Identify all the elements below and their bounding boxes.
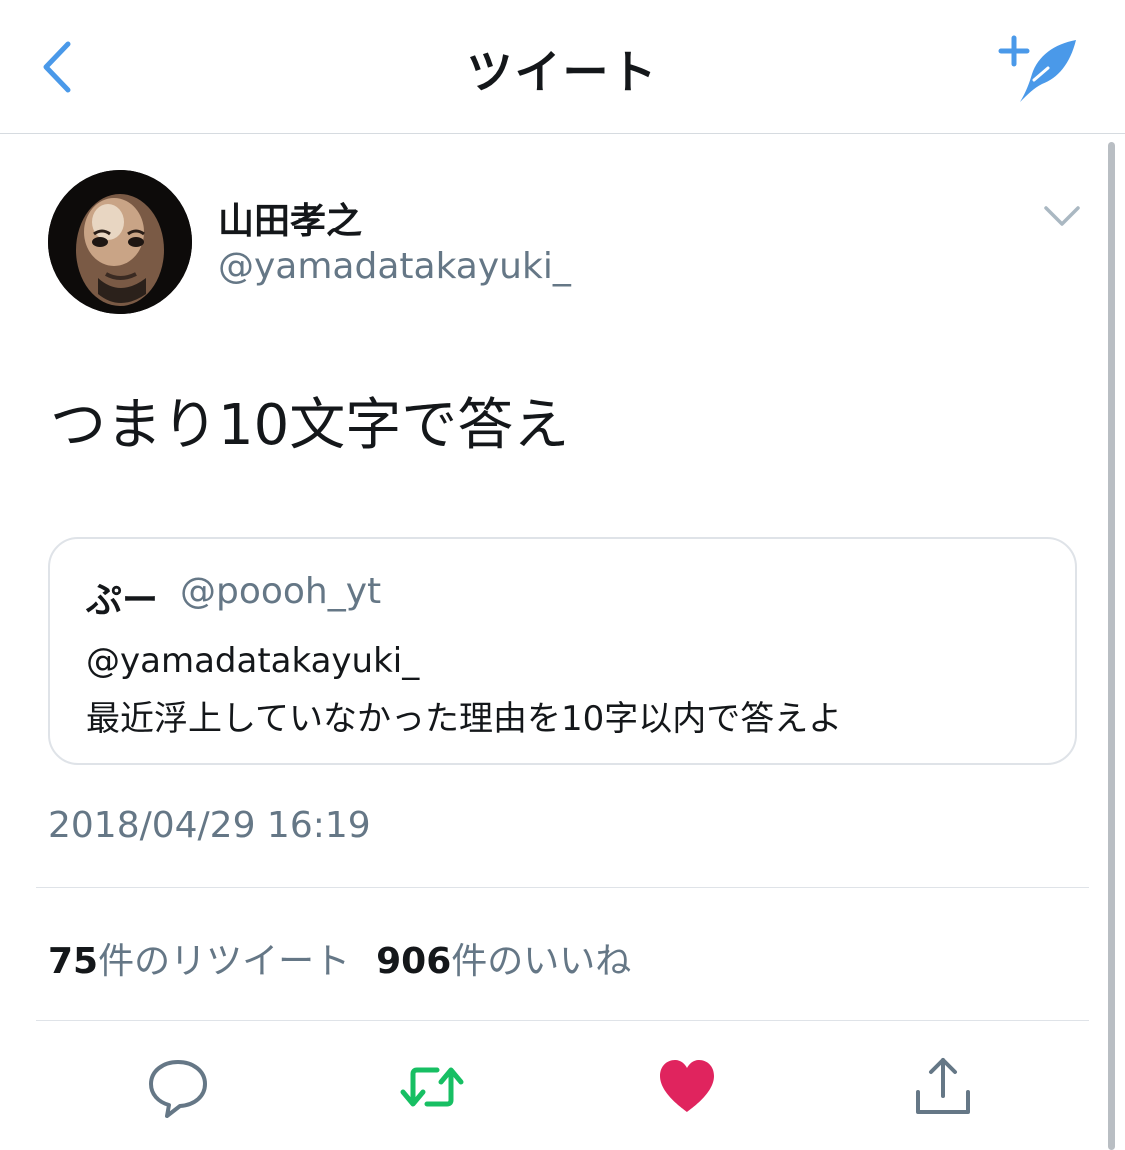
likes-label: 件のいいね: [451, 941, 632, 982]
quoted-mention: @yamadatakayuki_: [86, 641, 420, 681]
chevron-down-icon: [1044, 206, 1080, 226]
tweet-timestamp: 2018/04/29 16:19: [48, 805, 371, 846]
tweet-text: つまり10文字で答え: [50, 393, 570, 458]
compose-tweet-button[interactable]: [998, 34, 1082, 106]
retweets-count: 75: [48, 941, 99, 982]
compose-tweet-icon: [998, 35, 1076, 102]
quoted-text: 最近浮上していなかった理由を10字以内で答えよ: [86, 699, 843, 739]
quoted-author-handle: @poooh_yt: [180, 571, 382, 612]
likes-count: 906: [376, 941, 452, 982]
likes-stat[interactable]: 906件のいいね: [376, 941, 631, 982]
reply-icon: [149, 1060, 207, 1118]
share-icon: [916, 1058, 970, 1114]
share-button[interactable]: [908, 1052, 978, 1122]
avatar-image: [48, 170, 192, 314]
retweets-stat[interactable]: 75件のリツイート: [48, 941, 350, 982]
divider: [36, 1020, 1089, 1021]
scrollbar[interactable]: [1108, 142, 1115, 1150]
author-name[interactable]: 山田孝之: [218, 192, 362, 244]
heart-icon: [660, 1060, 714, 1112]
divider: [36, 887, 1089, 888]
tweet-menu-button[interactable]: [1040, 198, 1084, 234]
quoted-tweet[interactable]: ぷー @poooh_yt @yamadatakayuki_ 最近浮上していなかっ…: [48, 537, 1077, 765]
tweet-stats: 75件のリツイート 906件のいいね: [48, 932, 631, 984]
retweet-button[interactable]: [397, 1052, 467, 1122]
page-title: ツイート: [466, 45, 659, 99]
author-handle[interactable]: @yamadatakayuki_: [218, 246, 571, 287]
navigation-bar: ツイート: [0, 0, 1125, 134]
retweets-label: 件のリツイート: [98, 941, 351, 982]
like-button[interactable]: [652, 1052, 722, 1122]
quoted-author-name: ぷー: [86, 580, 159, 621]
retweet-icon: [400, 1067, 464, 1107]
reply-button[interactable]: [143, 1052, 213, 1122]
avatar[interactable]: [48, 170, 192, 314]
